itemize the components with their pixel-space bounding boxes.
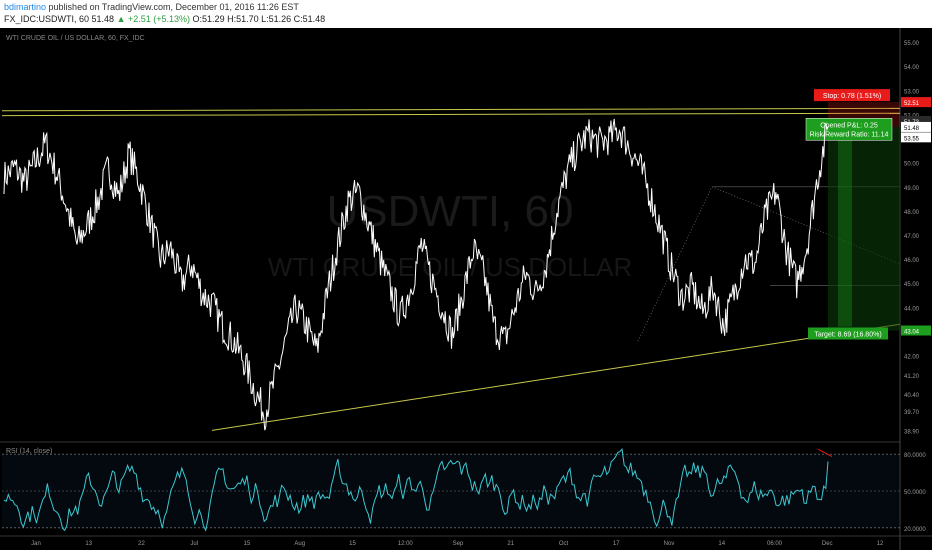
chart-header: bdimartino published on TradingView.com,…	[0, 0, 932, 28]
price-tag: 51.48	[904, 126, 920, 132]
y-tick-label: 48.00	[904, 210, 920, 216]
x-tick-label: 12	[877, 541, 884, 547]
y-tick-label: 45.00	[904, 282, 920, 288]
x-tick-label: Jul	[190, 541, 198, 547]
rsi-tick-label: 80.0000	[904, 453, 926, 459]
rsi-tick-label: 20.0000	[904, 527, 926, 533]
y-tick-label: 53.00	[904, 89, 920, 95]
x-tick-label: Nov	[664, 541, 675, 547]
y-tick-label: 38.90	[904, 429, 920, 435]
x-tick-label: Dec	[822, 541, 833, 547]
y-tick-label: 50.00	[904, 162, 920, 168]
watermark-name: WTI CRUDE OIL / US DOLLAR	[268, 252, 633, 282]
rsi-tick-label: 50.0000	[904, 490, 926, 496]
y-tick-label: 40.40	[904, 393, 920, 399]
rsi-band	[2, 454, 900, 528]
x-tick-label: 21	[507, 541, 514, 547]
opened-pl: Opened P&L: 0.25	[820, 122, 878, 129]
y-tick-label: 54.00	[904, 65, 920, 71]
chart-title: WTI CRUDE OIL / US DOLLAR, 60, FX_IDC	[6, 35, 145, 42]
last-price: 51.48	[91, 14, 115, 24]
price-tag: 53.55	[904, 136, 920, 142]
x-tick-label: 17	[613, 541, 620, 547]
author-link[interactable]: bdimartino	[4, 2, 46, 12]
x-tick-label: Sep	[453, 541, 464, 547]
x-tick-label: Jan	[31, 541, 41, 547]
target-label: Target: 8.69 (16.80%)	[814, 332, 881, 339]
risk-reward: Risk/Reward Ratio: 11.14	[810, 131, 889, 138]
price-tag: 52.51	[904, 101, 920, 107]
publish-info: bdimartino published on TradingView.com,…	[4, 2, 299, 12]
y-tick-label: 47.00	[904, 234, 920, 240]
y-tick-label: 41.20	[904, 374, 920, 380]
price-tag: 43.04	[904, 330, 920, 336]
rsi-label: RSI (14, close)	[6, 448, 52, 455]
price-change: ▲ +2.51 (+5.13%)	[116, 14, 191, 24]
x-tick-label: 14	[718, 541, 725, 547]
symbol-info: FX_IDC:USDWTI, 60 51.48 ▲ +2.51 (+5.13%)…	[4, 14, 325, 24]
price-chart[interactable]: USDWTI, 60 WTI CRUDE OIL / US DOLLAR WTI…	[0, 28, 932, 550]
x-tick-label: 06:00	[767, 541, 783, 547]
x-tick-label: 15	[244, 541, 251, 547]
x-tick-label: Aug	[294, 541, 305, 547]
x-tick-label: 15	[349, 541, 356, 547]
y-tick-label: 55.00	[904, 41, 920, 47]
published-text: published on TradingView.com, December 0…	[48, 2, 299, 12]
x-tick-label: 22	[138, 541, 145, 547]
y-tick-label: 46.00	[904, 258, 920, 264]
ohlc-values: O:51.29 H:51.70 L:51.26 C:51.48	[192, 14, 326, 24]
y-tick-label: 42.00	[904, 355, 920, 361]
y-tick-label: 44.00	[904, 306, 920, 312]
x-tick-label: Oct	[559, 541, 569, 547]
x-tick-label: 13	[85, 541, 92, 547]
target-fill	[838, 138, 852, 327]
y-tick-label: 39.70	[904, 410, 920, 416]
x-tick-label: 12:00	[398, 541, 414, 547]
symbol: FX_IDC:USDWTI, 60	[4, 14, 90, 24]
y-tick-label: 49.00	[904, 186, 920, 192]
stop-label: Stop: 0.78 (1.51%)	[823, 93, 881, 100]
